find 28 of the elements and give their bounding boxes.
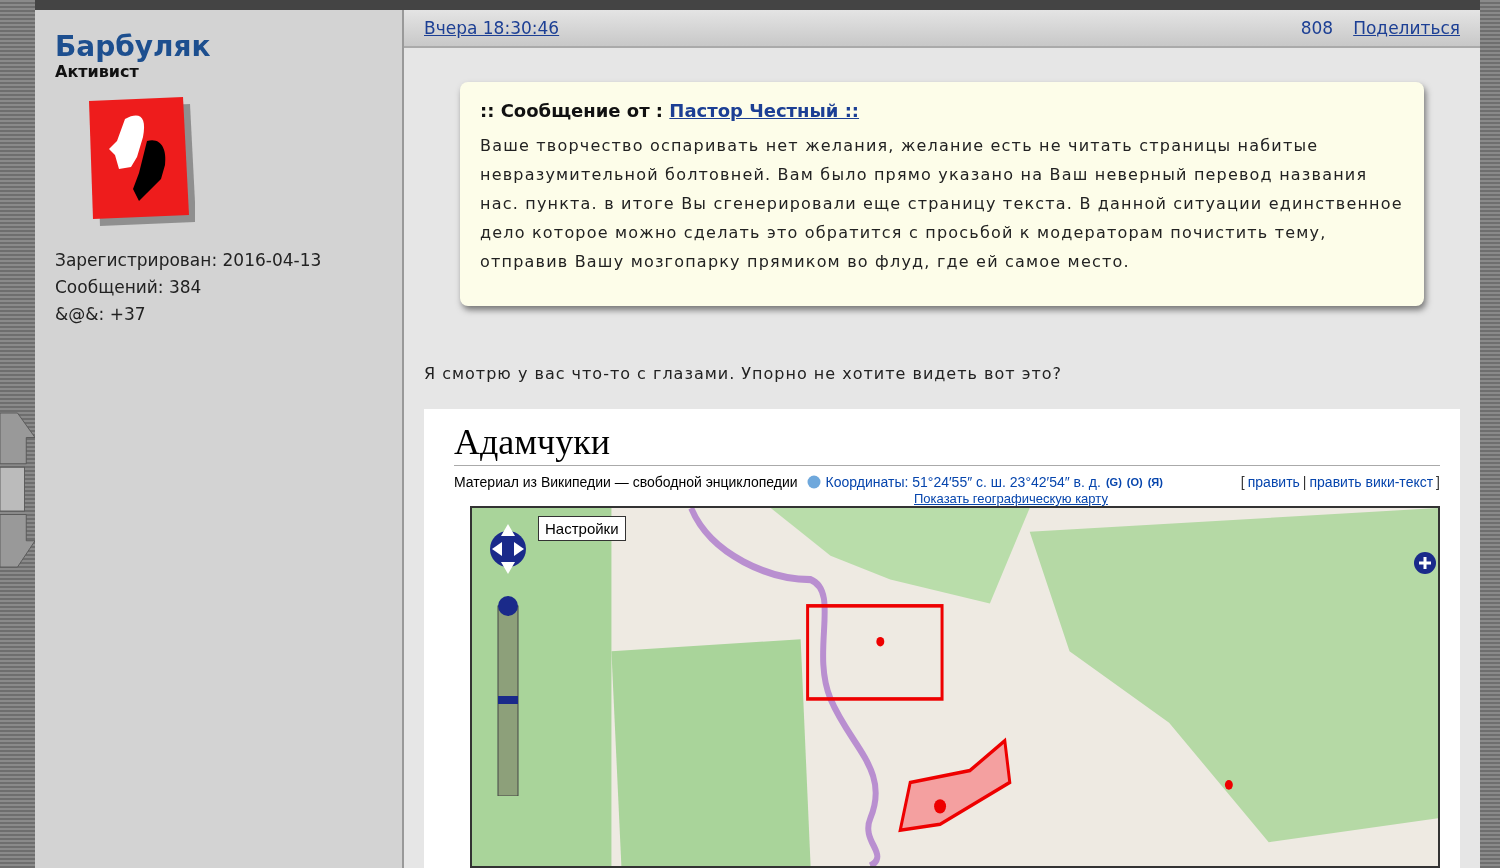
quote-label: :: Сообщение от : (480, 100, 664, 121)
bracket: [ (1240, 474, 1245, 490)
post-text: Я смотрю у вас что-то с глазами. Упорно не хотите видеть вот это? (424, 364, 1064, 383)
coordinates-link[interactable]: Координаты: 51°24′55″ с. ш. 23°42′54″ в. д. (825, 474, 1101, 490)
edit-link[interactable]: править (1247, 474, 1300, 490)
quote-author-link[interactable]: Пастор Честный :: (669, 100, 860, 121)
zoom-in-icon[interactable] (1414, 552, 1436, 574)
quote-text: Ваше творчество оспаривать нет желания, желание есть не читать страницы набитые невразумительной болтовней. Вам было прямо указано на Ваш неверный перевод названия нас. пункта. в итоге Вы сгенерировали еще страницу текста. В данной ситуации единственное дело которое можно сделать это обратится с просьбой к модераторам почистить тему, отправив Вашу мозгопарку прямиком во флуд, где ей самое место. (480, 135, 1404, 273)
share-link[interactable]: Поделиться (1353, 18, 1460, 38)
separator: | (1302, 474, 1307, 490)
bracket: ] (1436, 474, 1440, 490)
article-subtitle: Материал из Википедии — свободной энциклопедии (454, 474, 798, 490)
map-settings-button[interactable]: Настройки (538, 516, 626, 541)
user-stat: &@&: +37 (55, 303, 147, 326)
map-service-link[interactable]: (G) (1105, 476, 1122, 488)
post-time-link[interactable]: Вчера 18:30:46 (424, 18, 560, 38)
user-stat: Сообщений: 384 (55, 276, 203, 299)
show-map-link[interactable]: Показать географическую карту (914, 491, 1108, 506)
zoom-slider-icon[interactable] (496, 596, 520, 796)
edit-link[interactable]: править вики-текст (1309, 474, 1434, 490)
user-stat: Зарегистрирован: 2016-04-13 (55, 249, 323, 272)
map-service-link[interactable]: (O) (1126, 476, 1143, 488)
username[interactable]: Барбуляк (55, 32, 382, 62)
map-service-link[interactable]: (Я) (1147, 476, 1163, 488)
globe-icon (806, 475, 821, 489)
post-number: 808 (1300, 18, 1334, 38)
article-title: Адамчуки (454, 421, 1440, 466)
user-rank: Активист (55, 62, 140, 81)
